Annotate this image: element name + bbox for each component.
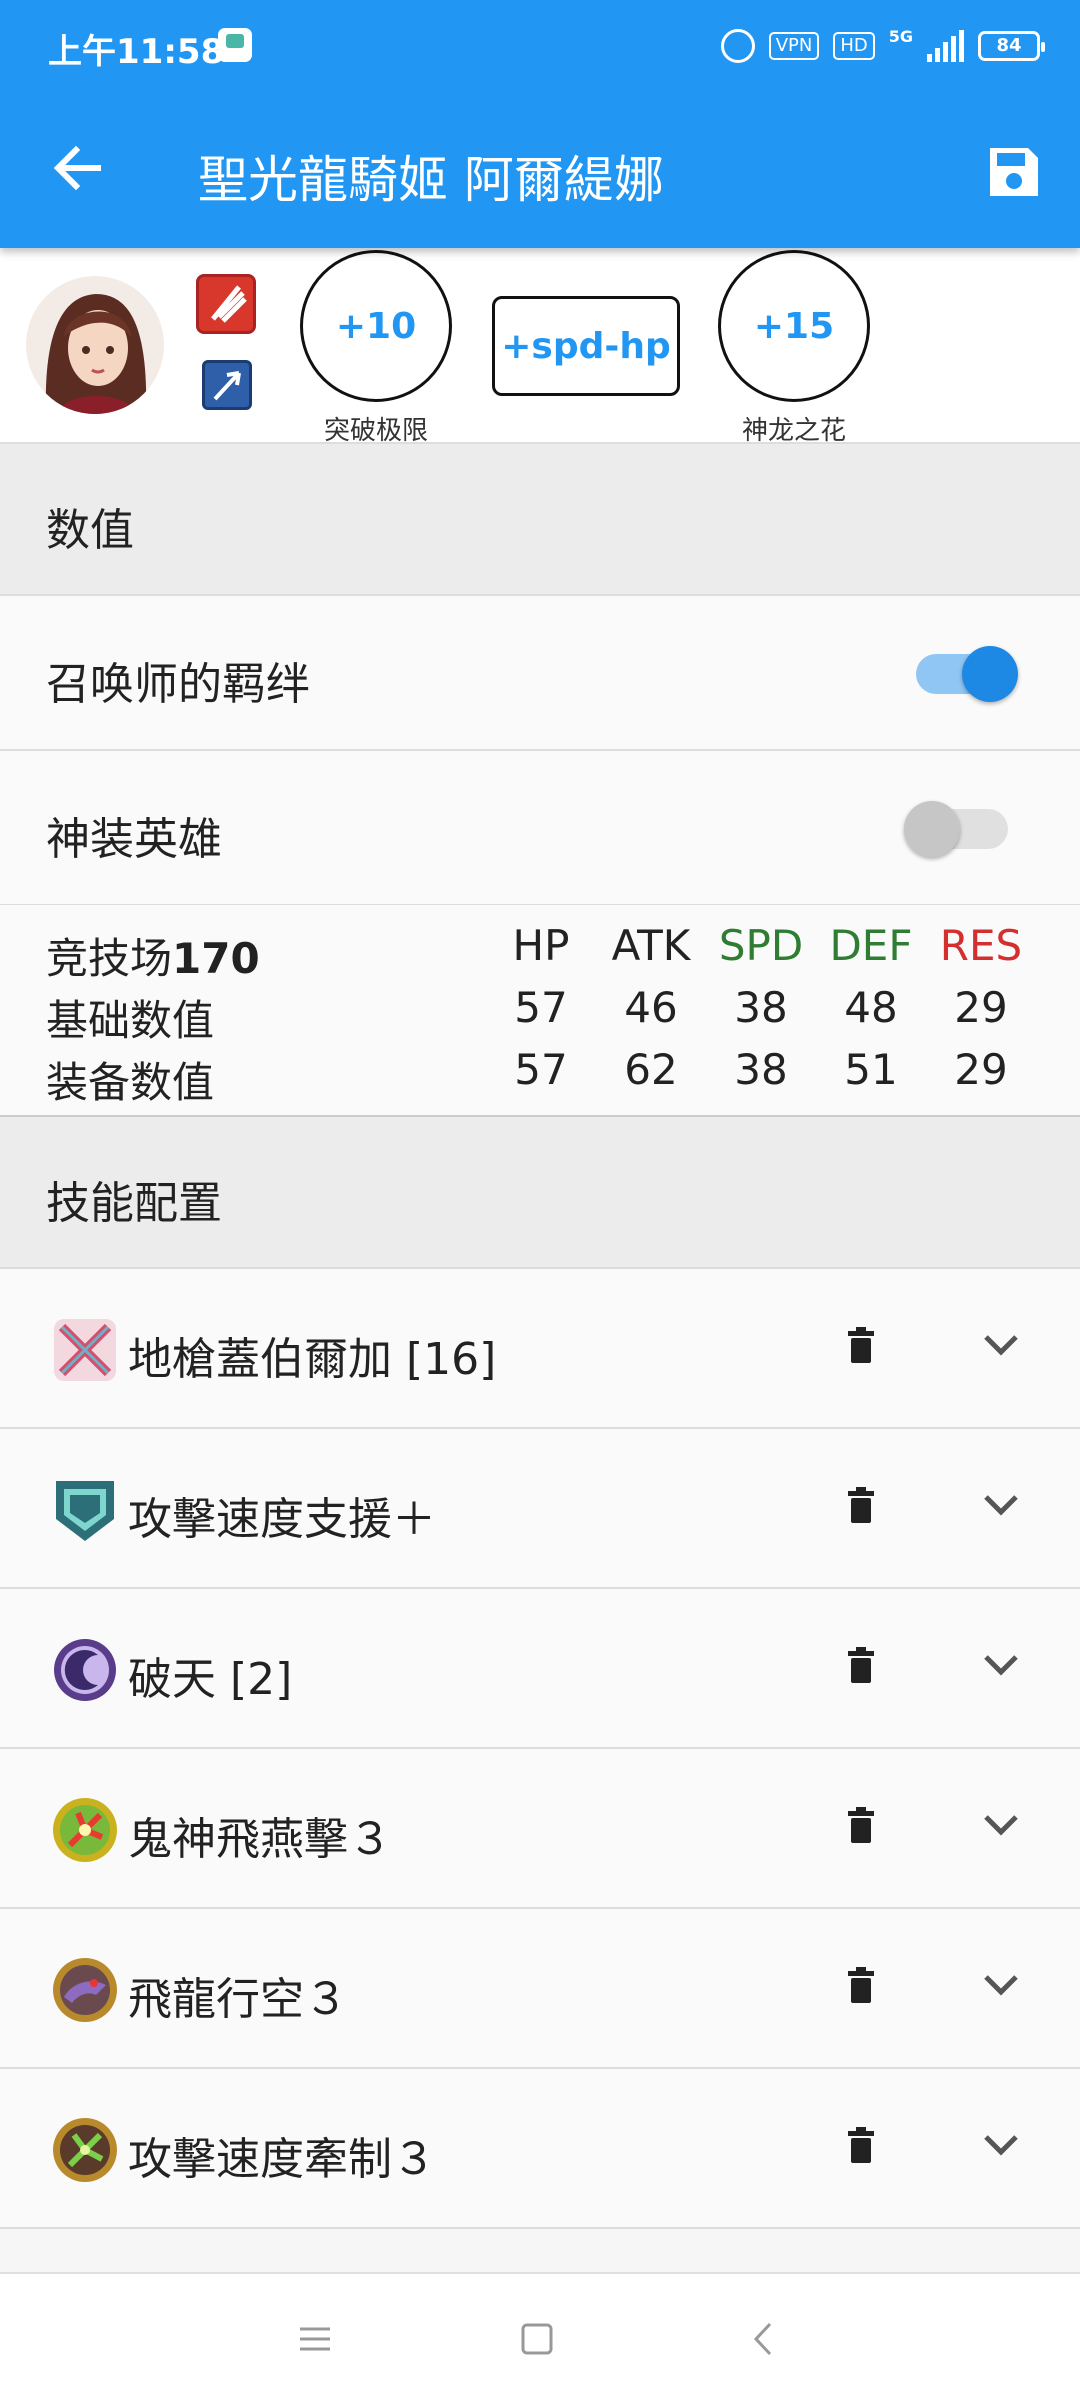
skill-name: 地槍蓋伯爾加 [16] [128, 1334, 497, 1385]
signal-icon [927, 30, 964, 62]
dragonflower-caption: 神龙之花 [741, 416, 846, 446]
arena-score-value: 170 [172, 934, 260, 983]
summoner-support-row: 召唤师的羁绊 [0, 596, 1080, 751]
top-app-bar: 上午11:58 VPN HD 5G 84 聖光龍騎姬 阿爾緹娜 [0, 0, 1080, 248]
status-time: 上午11:58 [48, 32, 225, 72]
vpn-badge: VPN [768, 32, 820, 60]
skill-row-assist[interactable]: 攻擊速度支援＋ [0, 1429, 1080, 1589]
switch-knob [904, 801, 960, 857]
resplendent-row: 神装英雄 [0, 751, 1080, 906]
status-icons: VPN HD 5G 84 [720, 26, 1045, 66]
flier-icon [202, 360, 252, 410]
weapon-icon [54, 1319, 116, 1381]
notification-app-icon [218, 28, 252, 62]
skill-name: 飛龍行空３ [128, 1974, 348, 2025]
skill-row-passive-b[interactable]: 飛龍行空３ [0, 1909, 1080, 2069]
chevron-down-icon[interactable] [982, 1651, 1020, 1679]
passive-c-icon [53, 2118, 117, 2182]
skill-row-passive-a[interactable]: 鬼神飛燕擊３ [0, 1749, 1080, 1909]
summoner-support-switch[interactable] [916, 646, 1018, 702]
chevron-down-icon[interactable] [982, 2131, 1020, 2159]
back-icon[interactable] [740, 2314, 790, 2364]
base-def: 48 [844, 983, 898, 1032]
merge-caption: 突破极限 [323, 416, 428, 446]
skill-row-weapon[interactable]: 地槍蓋伯爾加 [16] [0, 1269, 1080, 1429]
passive-b-icon [53, 1958, 117, 2022]
skill-name: 破天 [2] [128, 1654, 293, 1705]
skills-section-header: 技能配置 [0, 1117, 1080, 1269]
base-res: 29 [954, 983, 1008, 1032]
system-nav-bar [0, 2272, 1080, 2400]
skill-name: 鬼神飛燕擊３ [128, 1814, 392, 1865]
merge-button[interactable]: +10 [300, 250, 452, 402]
equipped-stats-label: 装备数值 [46, 1058, 215, 1107]
stats-table: 竞技场170 HP ATK SPD DEF RES 基础数值 57 46 38 … [0, 905, 1080, 1117]
equipped-def: 51 [844, 1045, 898, 1094]
special-icon [54, 1639, 116, 1701]
stat-header-hp: HP [512, 921, 570, 970]
base-spd: 38 [734, 983, 788, 1032]
delete-icon[interactable] [848, 1647, 874, 1683]
stat-header-def: DEF [829, 921, 913, 970]
base-hp: 57 [514, 983, 568, 1032]
chevron-down-icon[interactable] [982, 1971, 1020, 1999]
equipped-res: 29 [954, 1045, 1008, 1094]
home-icon[interactable] [512, 2314, 562, 2364]
stats-section-header: 数值 [0, 444, 1080, 596]
base-stats-label: 基础数值 [46, 996, 215, 1045]
stat-header-spd: SPD [718, 921, 804, 970]
chevron-down-icon[interactable] [982, 1331, 1020, 1359]
switch-knob [962, 646, 1018, 702]
save-icon[interactable] [986, 144, 1042, 200]
summoner-support-label: 召唤师的羁绊 [46, 659, 310, 710]
equipped-spd: 38 [734, 1045, 788, 1094]
chevron-down-icon[interactable] [982, 1491, 1020, 1519]
resplendent-label: 神装英雄 [46, 814, 222, 865]
skill-row-special[interactable]: 破天 [2] [0, 1589, 1080, 1749]
hero-header: +10 突破极限 +spd-hp +15 神龙之花 [0, 248, 1080, 446]
stat-header-atk: ATK [611, 921, 691, 970]
battery-icon: 84 [978, 31, 1045, 61]
equipped-atk: 62 [624, 1045, 678, 1094]
network-type: 5G [888, 26, 913, 46]
skill-row-passive-c[interactable]: 攻擊速度牽制３ [0, 2069, 1080, 2229]
chevron-down-icon[interactable] [982, 1811, 1020, 1839]
menu-icon[interactable] [290, 2314, 340, 2364]
hero-avatar[interactable] [26, 276, 164, 414]
stat-header-res: RES [939, 921, 1023, 970]
assist-icon [56, 1481, 114, 1541]
delete-icon[interactable] [848, 1807, 874, 1843]
dragonflower-button[interactable]: +15 [718, 250, 870, 402]
passive-a-icon [53, 1798, 117, 1862]
alarm-icon [720, 29, 755, 63]
status-bar: 上午11:58 VPN HD 5G 84 [0, 0, 1080, 90]
arrow-left-icon[interactable] [48, 138, 108, 198]
arena-label: 竞技场 [46, 934, 173, 983]
delete-icon[interactable] [848, 2127, 874, 2163]
red-sword-icon [196, 274, 256, 334]
stats-section-title: 数值 [46, 505, 134, 556]
skill-name: 攻擊速度牽制３ [128, 2134, 436, 2185]
hd-badge: HD [833, 32, 875, 60]
delete-icon[interactable] [848, 1967, 874, 2003]
equipped-hp: 57 [514, 1045, 568, 1094]
app-bar: 聖光龍騎姬 阿爾緹娜 [0, 90, 1080, 248]
base-atk: 46 [624, 983, 678, 1032]
arena-score: 竞技场170 [46, 925, 260, 986]
skill-name: 攻擊速度支援＋ [128, 1494, 436, 1545]
resplendent-switch[interactable] [904, 801, 1008, 857]
delete-icon[interactable] [848, 1327, 874, 1363]
delete-icon[interactable] [848, 1487, 874, 1523]
skills-section-title: 技能配置 [46, 1178, 222, 1229]
boon-bane-button[interactable]: +spd-hp [492, 296, 680, 396]
page-title: 聖光龍騎姬 阿爾緹娜 [198, 151, 664, 209]
